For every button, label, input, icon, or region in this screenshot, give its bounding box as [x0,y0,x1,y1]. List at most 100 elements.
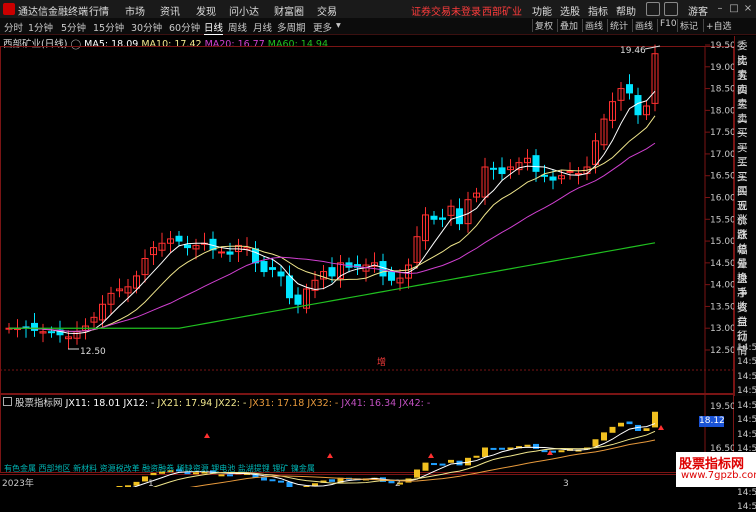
overlay-button[interactable]: 叠加 [557,19,578,32]
tab-60min[interactable]: 60分钟 [169,20,200,34]
main-candles [5,44,659,350]
sub-candle [592,439,599,447]
minimize-icon[interactable]: – [714,3,726,14]
x-axis-year: 2023年 [2,477,34,487]
sub-panel-frame [0,393,734,473]
tab-30min[interactable]: 30分钟 [131,20,162,34]
f10-button[interactable]: F10 [657,19,677,32]
candle-body [532,155,540,172]
tab-5min[interactable]: 5分钟 [61,20,86,34]
statistics-button[interactable]: 统计 [607,19,628,32]
sub-candle [618,422,624,427]
candle-body [286,275,293,299]
menu-market[interactable]: 市场 [125,3,145,18]
candle-body [260,261,268,273]
sub-candle [482,447,488,457]
zeng-badge[interactable]: 增 [377,356,386,368]
candle-body [566,170,574,173]
menu-discover[interactable]: 发现 [196,3,216,18]
app-logo-icon [3,3,15,15]
sub-candle [388,480,395,484]
quote-row-label: 14:5 [737,415,756,425]
buy-arrow [428,453,434,458]
candle-body [388,271,395,281]
tab-monthly[interactable]: 月线 [253,20,272,34]
tab-daily[interactable]: 日线 [204,20,224,35]
tab-1min[interactable]: 1分钟 [28,20,53,34]
concept-tags: 有色金属 西部地区 新材料 资源税改革 融资融券 稀缺资源 锂电池 盐湖提锂 锂… [4,463,315,473]
sub-candle [422,462,429,471]
candle-body [549,176,557,181]
sub-candle [261,477,267,481]
candle-body [498,167,506,175]
x-axis-month-1: 1 [148,479,154,487]
guest-label[interactable]: 游客 [688,3,708,18]
menu-news[interactable]: 资讯 [160,3,180,18]
sub-candle [499,447,505,450]
high-price-label: 19.46 [620,46,646,56]
draw-button[interactable]: 画线 [632,19,653,32]
close-icon[interactable]: × [742,3,754,14]
candle-body [490,167,497,170]
menu-stock-picker[interactable]: 选股 [560,3,580,18]
app-title: 通达信金融终端 [18,7,88,18]
price-axis: 19.50 19.00 18.50 18.00 17.50 17.00 16.50 16.00… [704,41,734,474]
menu-trade[interactable]: 交易 [317,3,337,18]
menu-help[interactable]: 帮助 [616,3,636,18]
draw-line-button[interactable]: 画线 [582,19,603,32]
tab-weekly[interactable]: 周线 [228,20,247,34]
candle-body [48,331,55,334]
quote-panel: 委比 卖五 卖四 卖三 卖二 卖一 买一 买二 买三 买四 买五 现价 涨跌 涨幅 总量 外盘 换手 净资 收益 自动… [734,36,756,512]
sub-ma10-line [152,430,656,487]
tab-more[interactable]: 更多 [313,20,332,34]
x-axis-month-2: 2 [395,479,401,487]
buy-arrow [204,433,210,438]
menu-function[interactable]: 功能 [532,3,552,18]
menu-wenxiaoda[interactable]: 问小达 [229,3,259,18]
moving-average-lines [9,90,656,335]
axis-label: 16.50 [710,172,734,182]
sub-candle [448,459,454,463]
adjust-button[interactable]: 复权 [532,19,553,32]
quote-row-label: 14:5 [737,371,756,382]
menu-wealth-circle[interactable]: 财富圈 [274,3,304,18]
sub-candle [558,450,565,453]
login-status-link[interactable]: 证券交易未登录 [411,3,481,18]
tab-multi-period[interactable]: 多周期 [277,20,306,34]
maximize-icon[interactable]: □ [728,3,740,14]
ma5-line [9,90,656,335]
tab-intraday[interactable]: 分时 [4,20,23,34]
add-watchlist-button[interactable]: +自选 [703,19,732,32]
quote-row-label: 14:5 [737,386,756,396]
buy-arrow [658,425,664,430]
axis-label: 18.00 [710,106,734,116]
axis-label: 13.00 [710,324,734,334]
sub-candle [150,472,157,476]
candle-body [226,251,234,255]
skin-icon[interactable] [646,2,660,16]
sub-candle [643,428,650,431]
axis-label: 19.50 [710,41,734,51]
sub-candle [626,421,633,425]
quote-row-label: 14:5 [737,487,756,498]
axis-label: 17.50 [710,128,734,138]
stock-name-link[interactable]: 西部矿业 [482,3,522,18]
sub-candle [609,426,616,433]
menu-quotes[interactable]: 行情 [89,3,109,18]
axis-label: 13.50 [710,302,734,312]
settings-icon[interactable] [664,2,678,16]
mark-button[interactable]: 标记 [677,19,698,32]
axis-label: 14.00 [710,281,734,291]
sub-candle [601,432,607,441]
tab-15min[interactable]: 15分钟 [93,20,124,34]
menu-indicator[interactable]: 指标 [588,3,608,18]
axis-label: 15.00 [710,237,734,247]
kline-chart-area[interactable]: 19.50 19.00 18.50 18.00 17.50 17.00 16.50 16.00… [0,34,734,487]
candle-body [328,267,336,277]
axis-label: 18.50 [710,85,734,95]
quote-row-label: 14:5 [737,400,756,411]
axis-label: 16.00 [710,194,734,204]
chevron-down-icon[interactable]: ▾ [336,20,341,31]
candle-body [269,267,276,270]
sub-indicator-candles [116,411,658,487]
